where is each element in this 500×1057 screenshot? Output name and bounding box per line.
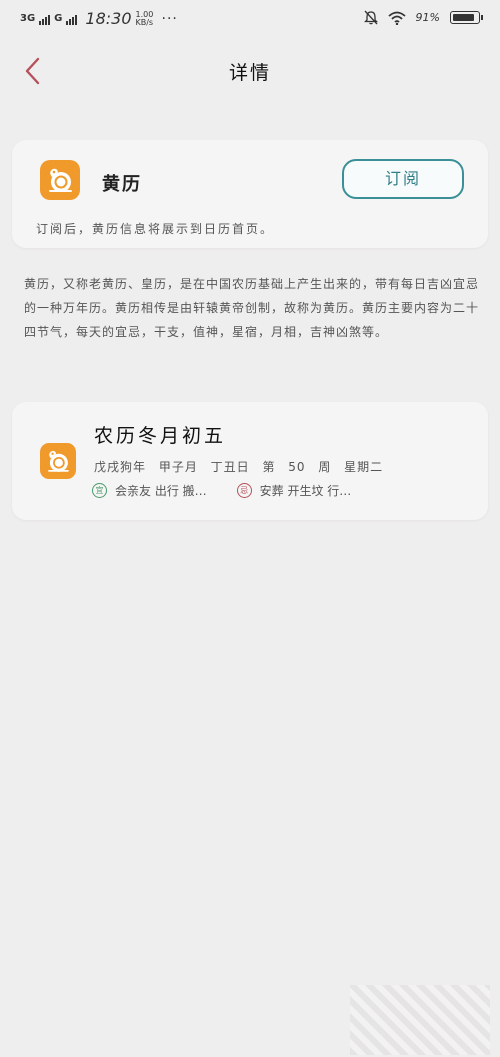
yi-ji-row: 宜 会亲友 出行 搬… 忌 安葬 开生坟 行… — [92, 482, 351, 499]
signal-icon-2 — [66, 13, 78, 25]
battery-icon — [450, 11, 483, 24]
avoid-badge-icon: 忌 — [236, 483, 252, 498]
wifi-icon — [387, 11, 406, 25]
almanac-preview-card[interactable]: 农历冬月初五 戊戌狗年 甲子月 丁丑日 第 50 周 星期二 宜 会亲友 出行 … — [12, 402, 488, 520]
subscribe-button[interactable]: 订阅 — [342, 159, 464, 199]
app-name: 黄历 — [102, 174, 142, 195]
calendar-app-icon — [40, 443, 76, 479]
network-type-1: 3G — [20, 12, 36, 24]
network-type-2: G — [54, 12, 63, 24]
status-left: 3G G 18:30 1.00 KB/s ··· — [20, 9, 178, 28]
avoid-text: 安葬 开生坟 行… — [259, 484, 352, 498]
subscribe-note: 订阅后，黄历信息将展示到日历首页。 — [36, 222, 275, 236]
clock: 18:30 — [85, 9, 132, 28]
nav-bar: 详情 — [0, 40, 500, 100]
calendar-app-icon — [40, 160, 80, 200]
page-title: 详情 — [228, 62, 271, 84]
lunar-date-title: 农历冬月初五 — [94, 425, 227, 447]
status-right: 91% — [363, 10, 483, 25]
ganzhi-info: 戊戌狗年 甲子月 丁丑日 第 50 周 星期二 — [94, 460, 384, 474]
do-badge-icon: 宜 — [92, 483, 107, 498]
more-notifications-icon: ··· — [161, 10, 178, 27]
subscribe-card: 黄历 订阅 订阅后，黄历信息将展示到日历首页。 — [12, 140, 488, 248]
status-bar: 3G G 18:30 1.00 KB/s ··· 91% — [0, 0, 500, 40]
network-speed: 1.00 KB/s — [135, 9, 154, 27]
mute-bell-icon — [363, 10, 378, 25]
watermark — [350, 985, 490, 1055]
almanac-description: 黄历，又称老黄历、皇历，是在中国农历基础上产生出来的，带有每日吉凶宜忌的一种万年… — [24, 277, 480, 339]
battery-percent: 91% — [415, 11, 440, 24]
do-text: 会亲友 出行 搬… — [115, 484, 207, 498]
signal-icon — [39, 13, 51, 25]
